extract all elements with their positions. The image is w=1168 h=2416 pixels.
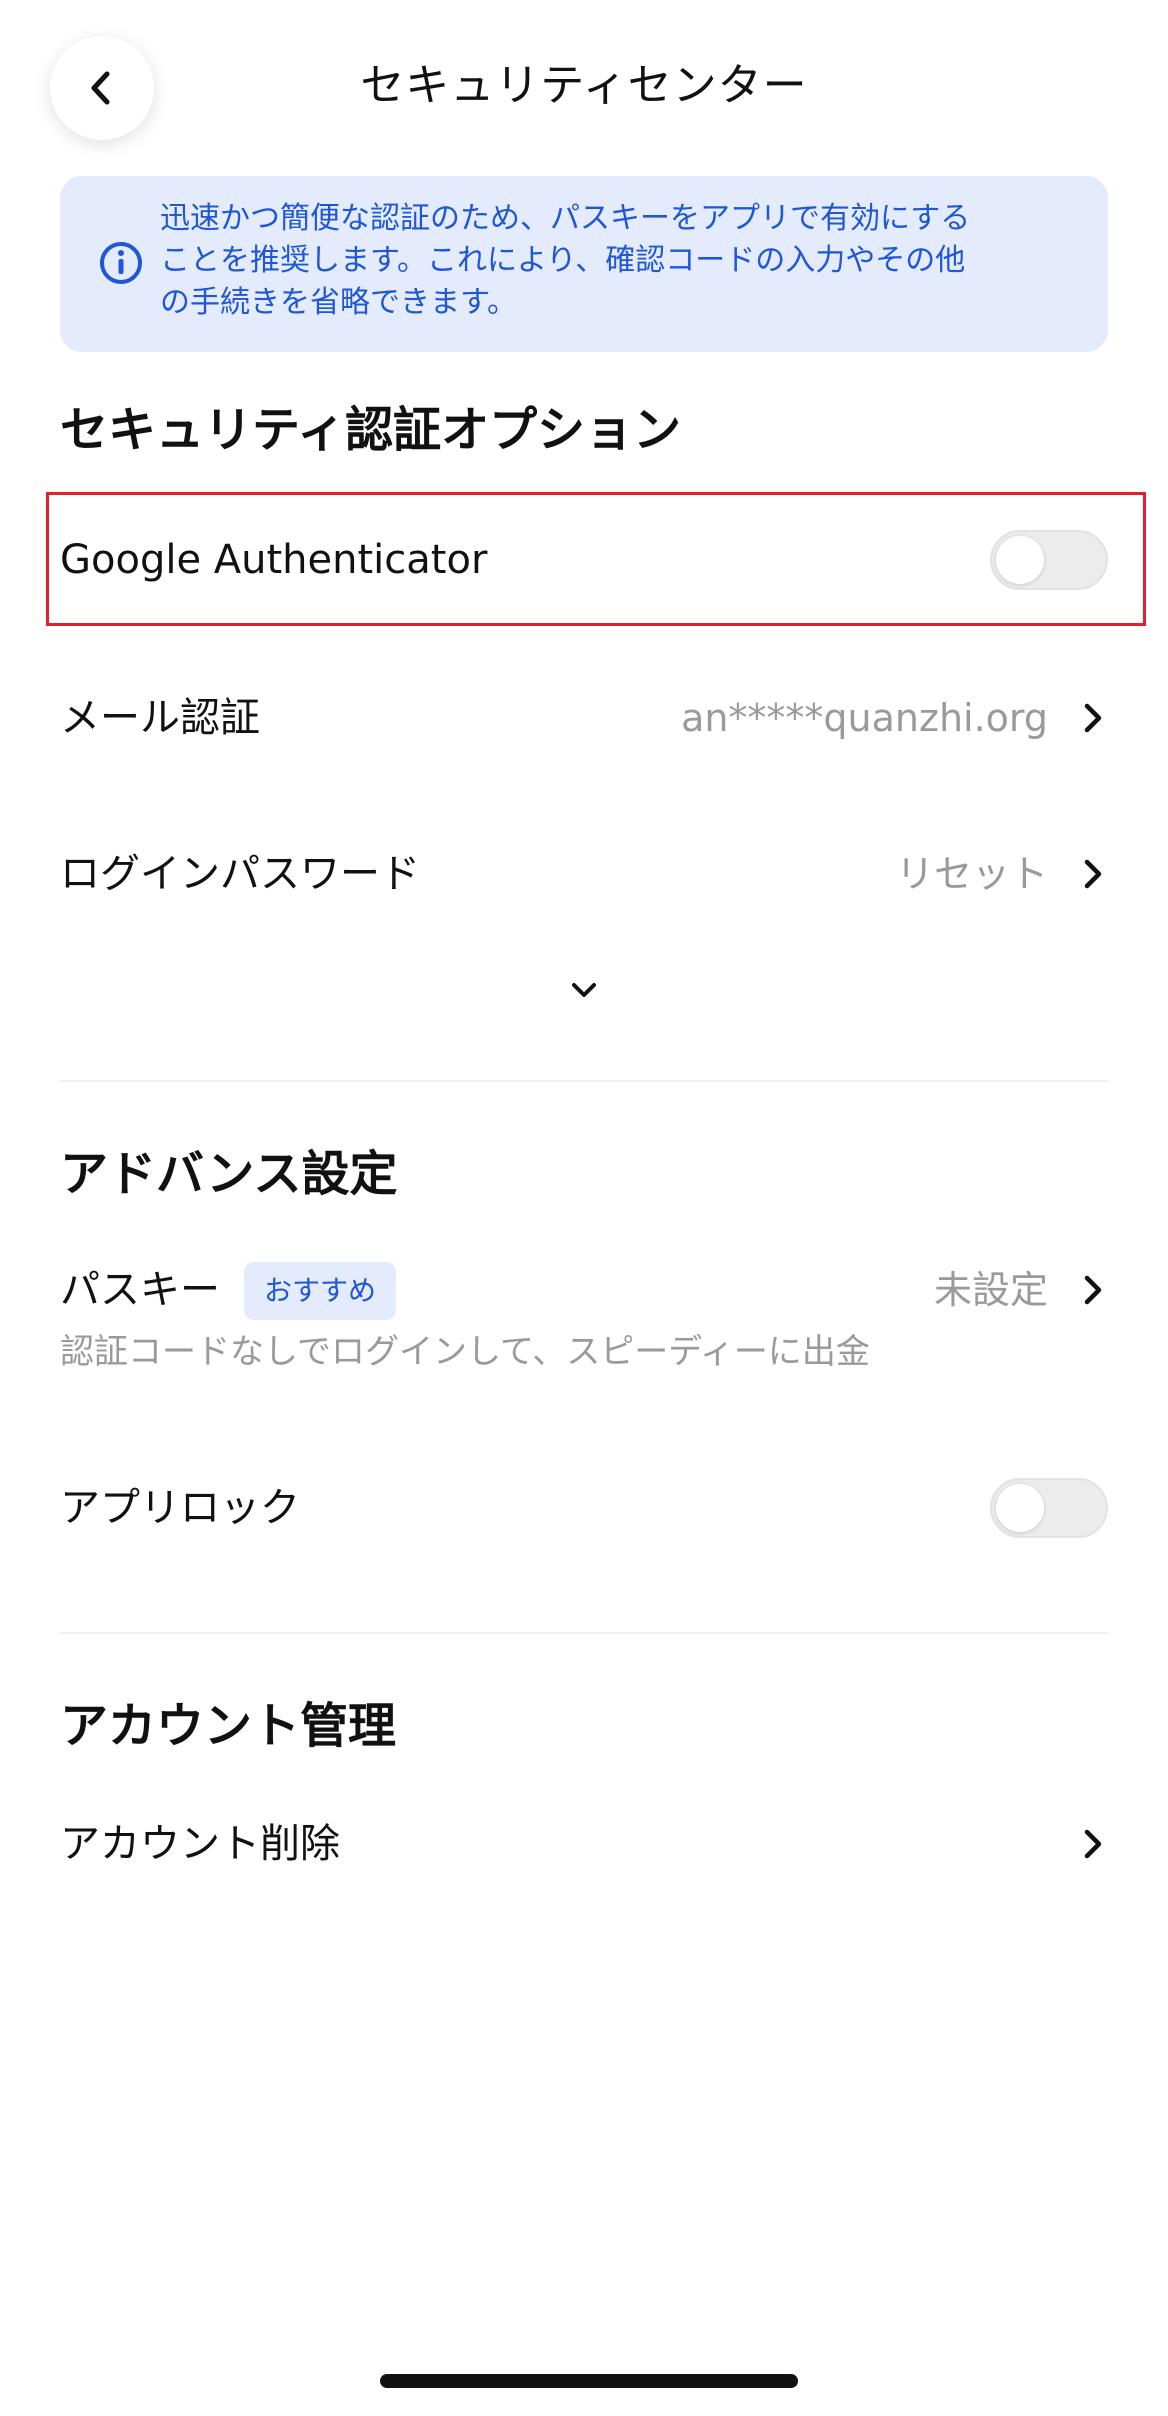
login-password-row[interactable]: ログインパスワード リセット <box>60 826 1108 922</box>
passkey-description: 認証コードなしでログインして、スピーディーに出金 <box>60 1332 870 1372</box>
info-circle-icon <box>100 242 142 284</box>
chevron-right-icon <box>1084 1829 1102 1859</box>
home-indicator <box>380 2374 798 2388</box>
security-options-title: セキュリティ認証オプション <box>60 402 682 458</box>
delete-account-row[interactable]: アカウント削除 <box>60 1796 1108 1892</box>
notice-line: 迅速かつ簡便な認証のため、パスキーをアプリで有効にする <box>160 201 971 236</box>
toggle-knob <box>996 1484 1044 1532</box>
section-divider <box>60 1632 1108 1634</box>
recommended-badge: おすすめ <box>244 1262 397 1320</box>
email-auth-row[interactable]: メール認証 an*****quanzhi.org <box>60 670 1108 766</box>
info-notice: 迅速かつ簡便な認証のため、パスキーをアプリで有効にする ことを推奨します。これに… <box>60 176 1108 352</box>
delete-account-label: アカウント削除 <box>60 1821 340 1867</box>
email-auth-value: an*****quanzhi.org <box>681 696 1048 740</box>
notice-line: の手続きを省略できます。 <box>160 285 517 320</box>
login-password-label: ログインパスワード <box>60 851 420 897</box>
chevron-right-icon <box>1084 1275 1102 1305</box>
app-lock-label: アプリロック <box>60 1485 300 1531</box>
google-authenticator-row[interactable]: Google Authenticator <box>60 512 1108 608</box>
toggle-knob <box>996 536 1044 584</box>
notice-line: ことを推奨します。これにより、確認コードの入力やその他 <box>160 243 966 278</box>
passkey-label: パスキー <box>60 1267 220 1313</box>
google-authenticator-label: Google Authenticator <box>60 537 488 583</box>
app-lock-toggle[interactable] <box>990 1478 1108 1538</box>
notice-text: 迅速かつ簡便な認証のため、パスキーをアプリで有効にする ことを推奨します。これに… <box>160 198 1090 324</box>
chevron-right-icon <box>1084 859 1102 889</box>
page-title: セキュリティセンター <box>360 60 808 111</box>
advanced-settings-title: アドバンス設定 <box>60 1146 398 1202</box>
passkey-row[interactable]: パスキー おすすめ 未設定 認証コードなしでログインして、スピーディーに出金 <box>60 1262 1108 1382</box>
chevron-right-icon <box>1084 703 1102 733</box>
header-bar: セキュリティセンター <box>0 0 1168 172</box>
google-authenticator-toggle[interactable] <box>990 530 1108 590</box>
email-auth-label: メール認証 <box>60 695 260 741</box>
section-divider <box>60 1080 1108 1082</box>
account-management-title: アカウント管理 <box>60 1698 397 1754</box>
app-lock-row[interactable]: アプリロック <box>60 1460 1108 1556</box>
passkey-value: 未設定 <box>933 1268 1048 1312</box>
chevron-down-icon[interactable] <box>569 978 599 1002</box>
login-password-value: リセット <box>895 852 1048 896</box>
